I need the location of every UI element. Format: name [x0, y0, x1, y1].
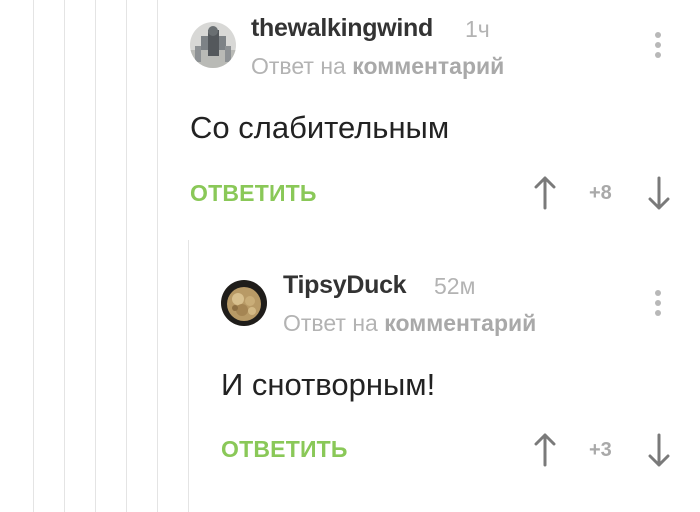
- comment-text: Со слабительным: [190, 110, 450, 145]
- username[interactable]: TipsyDuck: [283, 271, 407, 300]
- arrow-up-icon[interactable]: [534, 176, 556, 210]
- reply-button[interactable]: ОТВЕТИТЬ: [190, 180, 317, 207]
- reply-meta: Ответ на комментарий: [283, 310, 536, 337]
- comment: thewalkingwind 1ч Ответ на комментарий С…: [0, 0, 700, 240]
- rating: +3: [589, 439, 612, 461]
- more-vertical-icon[interactable]: [653, 32, 663, 58]
- parent-comment-link[interactable]: комментарий: [352, 53, 504, 79]
- arrow-down-icon[interactable]: [648, 176, 670, 210]
- avatar[interactable]: [190, 22, 236, 68]
- avatar-image: [190, 22, 236, 68]
- reply-prefix: Ответ на: [251, 53, 346, 79]
- arrow-up-icon[interactable]: [534, 433, 556, 467]
- parent-comment-link[interactable]: комментарий: [384, 310, 536, 336]
- comment-time: 52м: [434, 273, 476, 299]
- more-vertical-icon[interactable]: [653, 290, 663, 316]
- comment: TipsyDuck 52м Ответ на комментарий И сно…: [0, 240, 700, 512]
- reply-prefix: Ответ на: [283, 310, 378, 336]
- arrow-down-icon[interactable]: [648, 433, 670, 467]
- reply-meta: Ответ на комментарий: [251, 53, 504, 80]
- username[interactable]: thewalkingwind: [251, 14, 433, 43]
- avatar[interactable]: [221, 280, 267, 326]
- rating: +8: [589, 182, 612, 204]
- comment-text: И снотворным!: [221, 367, 436, 402]
- comment-time: 1ч: [465, 16, 490, 42]
- reply-button[interactable]: ОТВЕТИТЬ: [221, 436, 348, 463]
- avatar-image: [221, 280, 267, 326]
